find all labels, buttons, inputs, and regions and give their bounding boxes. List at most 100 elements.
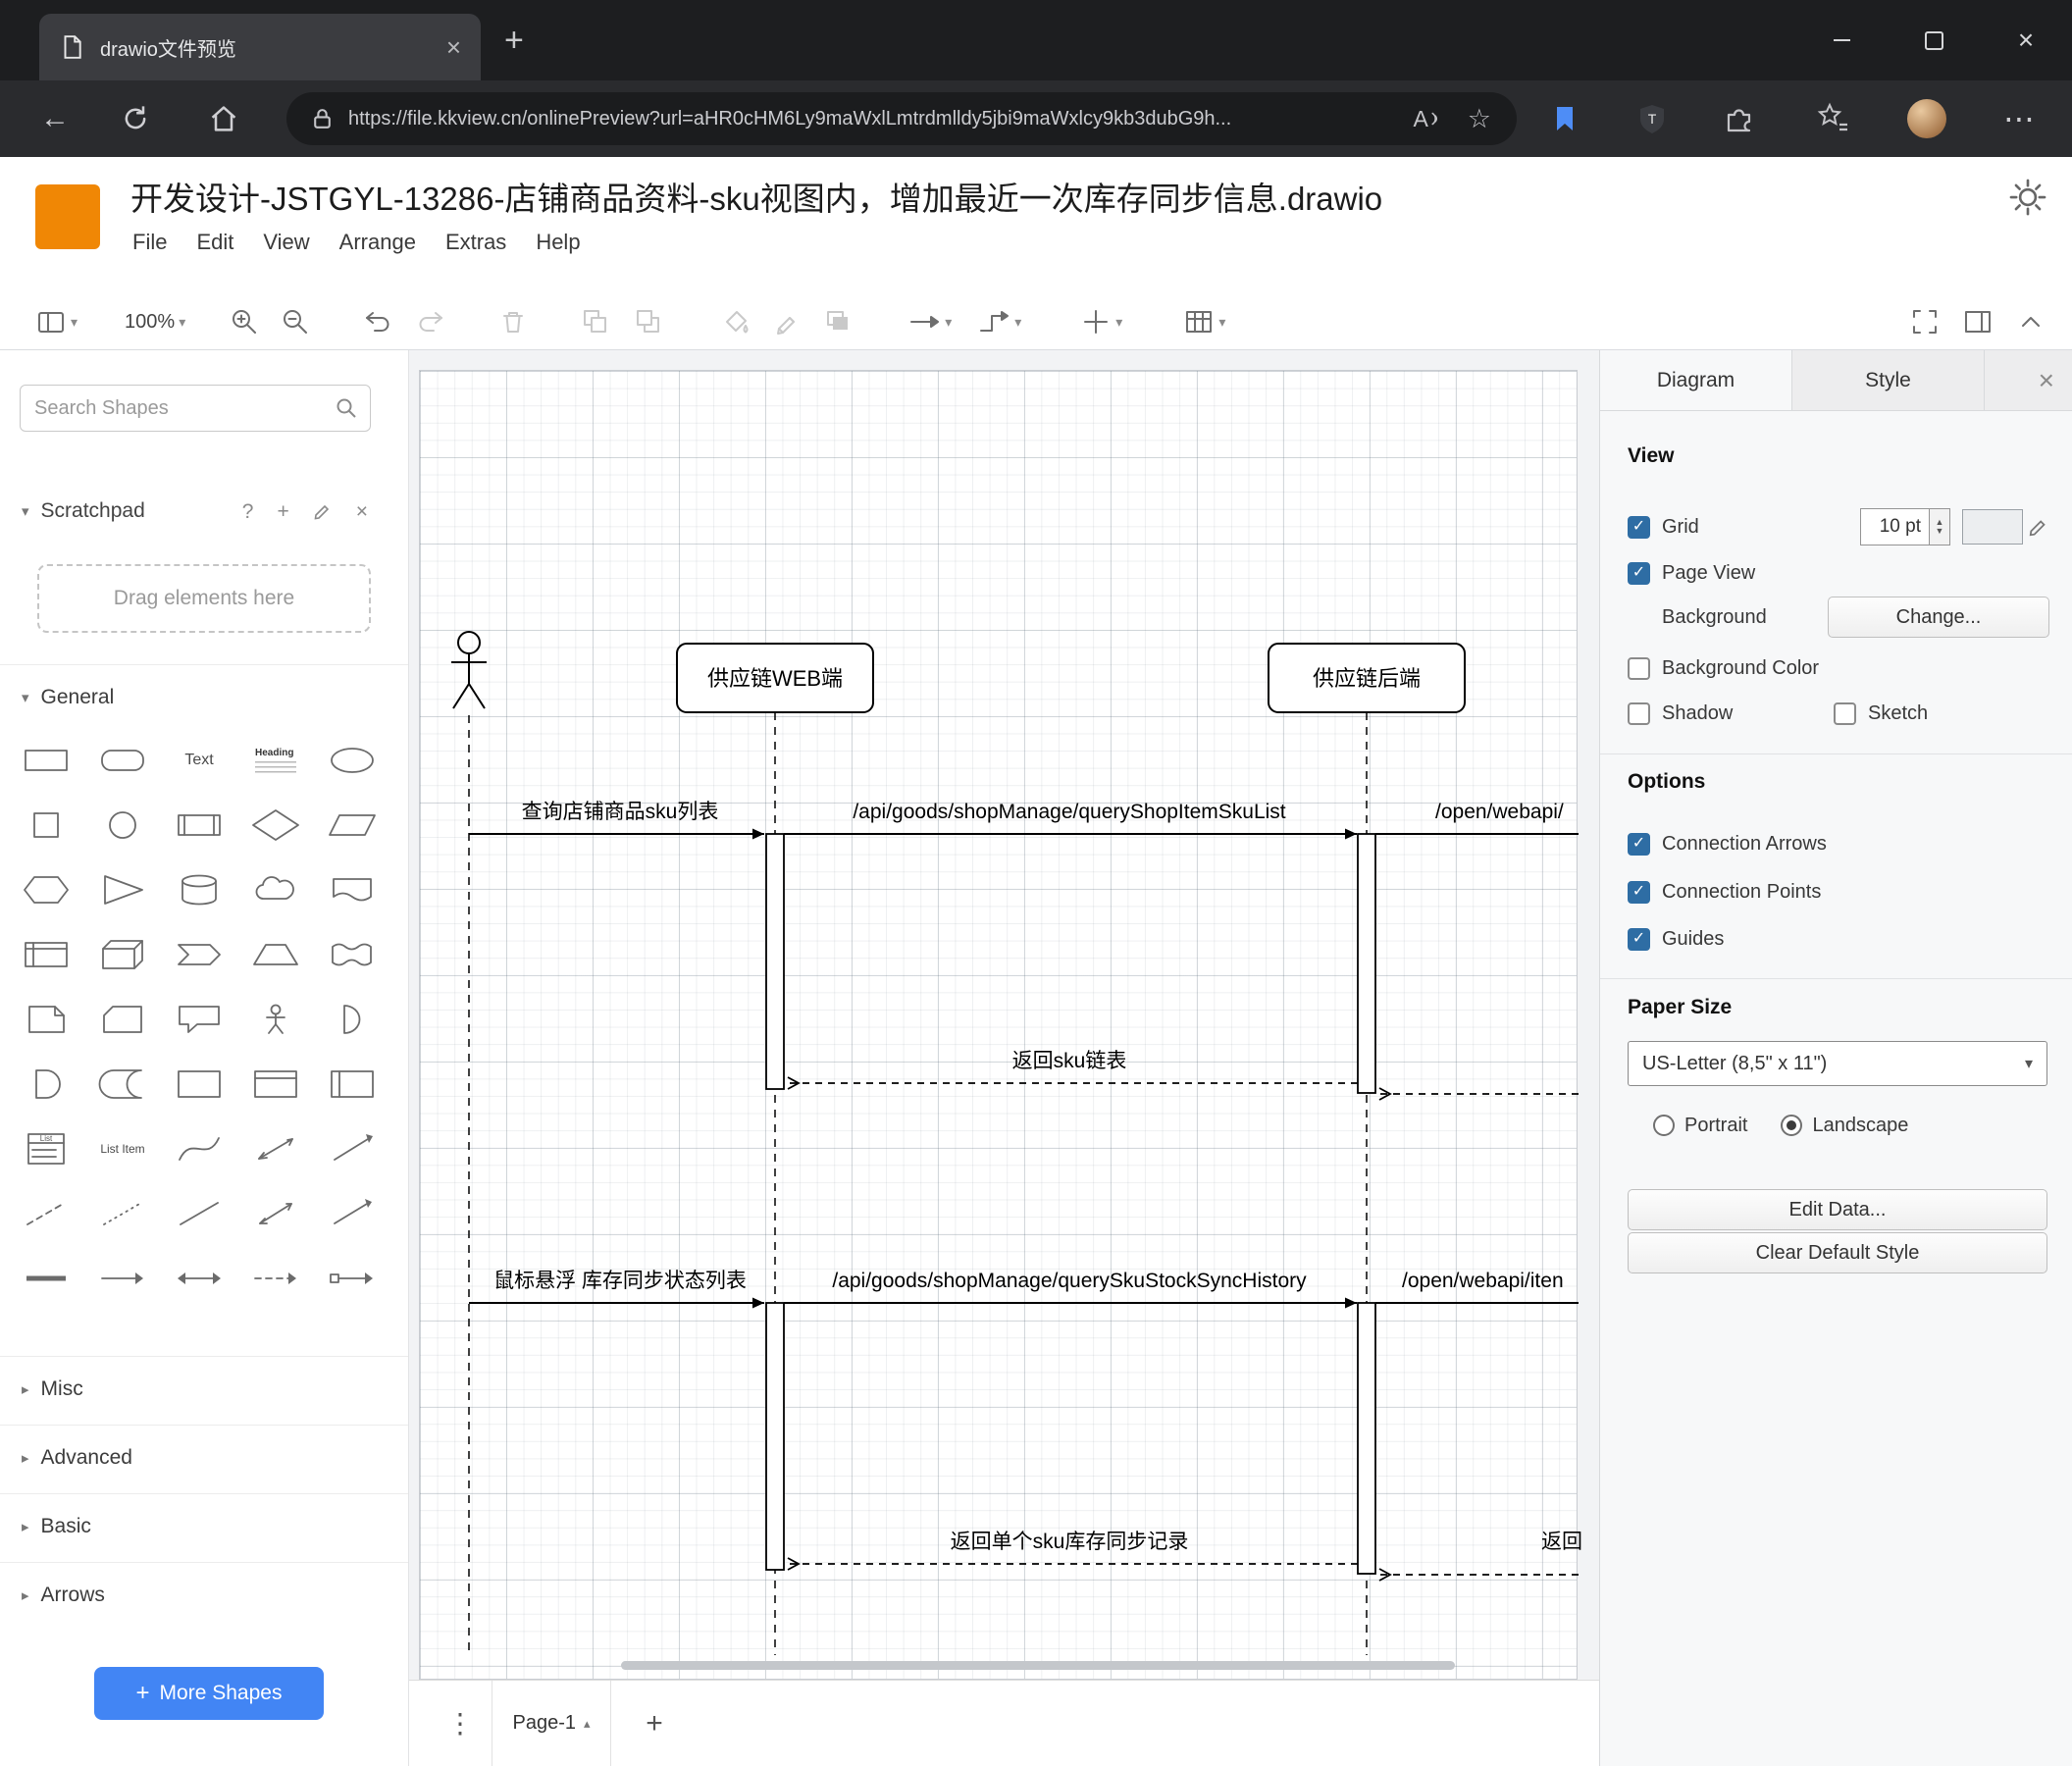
page-view-checkbox[interactable]: ✓ [1628,561,1650,585]
section-misc[interactable]: ▸ Misc [0,1356,408,1421]
shape-bidirectional-connector[interactable] [237,1181,314,1246]
shape-square[interactable] [8,793,84,857]
shape-parallelogram[interactable] [314,793,390,857]
shape-double-arrow[interactable] [161,1246,237,1311]
shape-ellipse[interactable] [314,728,390,793]
view-panels-button[interactable]: ▾ [35,306,78,338]
refresh-button[interactable] [120,103,151,134]
tab-close-button[interactable]: × [446,34,461,60]
scratchpad-dropzone[interactable]: Drag elements here [37,564,371,633]
insert-button[interactable]: ▾ [1080,306,1122,338]
shadow-checkbox[interactable] [1628,701,1650,725]
shape-line[interactable] [161,1181,237,1246]
horizontal-scrollbar[interactable] [621,1661,1455,1670]
label-api-query-shop-item-sku-list[interactable]: /api/goods/shopManage/queryShopItemSkuLi… [853,801,1285,823]
window-maximize-button[interactable] [1888,0,1980,80]
guides-checkbox[interactable]: ✓ [1628,927,1650,951]
shape-arrow[interactable] [314,1117,390,1181]
shape-document[interactable] [314,857,390,922]
scratchpad-add-icon[interactable]: + [277,501,288,522]
undo-button[interactable] [362,306,393,338]
menu-arrange[interactable]: Arrange [339,230,416,255]
scratchpad-edit-icon[interactable] [313,501,333,521]
activation-web-1[interactable] [765,833,785,1090]
scratchpad-header[interactable]: ▾ Scratchpad ? + × [0,488,408,535]
shape-rounded-rectangle[interactable] [84,728,161,793]
read-aloud-icon[interactable]: A [1413,106,1439,132]
zoom-select[interactable]: 100% ▾ [125,311,185,334]
shape-circle[interactable] [84,793,161,857]
shape-dotted-line[interactable] [84,1181,161,1246]
shape-textbox[interactable]: Heading [237,728,314,793]
to-front-button[interactable] [580,306,611,338]
shape-card[interactable] [84,987,161,1052]
scratchpad-help-icon[interactable]: ? [242,501,254,522]
connection-points-checkbox[interactable]: ✓ [1628,880,1650,904]
shadow-button[interactable] [821,306,853,338]
browser-essentials-icon[interactable] [1547,101,1582,136]
line-color-button[interactable] [770,306,802,338]
shape-callout[interactable] [161,987,237,1052]
shape-process[interactable] [161,793,237,857]
shape-directional-connector[interactable] [314,1181,390,1246]
change-background-button[interactable]: Change... [1828,597,2049,638]
window-close-button[interactable]: × [1980,0,2072,80]
shape-step[interactable] [161,922,237,987]
theme-toggle-icon[interactable] [2007,177,2048,218]
grid-color-edit-icon[interactable] [2028,516,2049,538]
section-basic[interactable]: ▸ Basic [0,1493,408,1558]
address-bar[interactable]: https://file.kkview.cn/onlinePreview?url… [286,92,1517,145]
new-tab-button[interactable]: + [504,0,524,80]
zoom-out-button[interactable] [280,306,311,338]
shape-list[interactable]: List [8,1117,84,1181]
browser-tab[interactable]: drawio文件预览 × [39,14,481,80]
shape-cube[interactable] [84,922,161,987]
search-icon[interactable] [335,396,358,420]
edit-data-button[interactable]: Edit Data... [1628,1189,2047,1230]
more-shapes-button[interactable]: + More Shapes [94,1667,324,1720]
format-panel-close-icon[interactable]: × [2039,365,2054,396]
add-favorite-icon[interactable]: ☆ [1468,104,1491,134]
grid-color-swatch[interactable] [1962,509,2023,545]
shape-tape[interactable] [314,922,390,987]
shape-rectangle[interactable] [8,728,84,793]
shape-note[interactable] [8,987,84,1052]
menu-extras[interactable]: Extras [445,230,506,255]
shape-triangle[interactable] [84,857,161,922]
browser-menu-button[interactable]: ⋯ [1992,80,2046,157]
fill-color-button[interactable] [719,306,751,338]
table-button[interactable]: ▾ [1183,306,1225,338]
tab-style[interactable]: Style [1792,350,1985,410]
favorites-hub-icon[interactable] [1816,101,1851,136]
label-hover-stock-sync[interactable]: 鼠标悬浮 库存同步状态列表 [493,1270,747,1292]
shape-list-item[interactable]: List Item [84,1117,161,1181]
home-button[interactable] [208,103,239,134]
fullscreen-button[interactable] [1909,306,1941,338]
shape-dashed-arrow[interactable] [237,1246,314,1311]
tab-diagram[interactable]: Diagram [1600,350,1792,410]
paper-size-select[interactable]: US-Letter (8,5" x 11") ▾ [1628,1041,2047,1086]
background-color-checkbox[interactable] [1628,656,1650,680]
shape-data-storage[interactable] [84,1052,161,1117]
zoom-in-button[interactable] [229,306,260,338]
activation-backend-1[interactable] [1357,833,1376,1094]
collapse-toolbar-button[interactable] [2015,306,2046,338]
shape-horizontal-container[interactable] [314,1052,390,1117]
format-panel-toggle-button[interactable] [1962,306,1994,338]
shape-or[interactable] [314,987,390,1052]
lifeline-web-label[interactable]: 供应链WEB端 [707,666,843,691]
grid-size-input[interactable] [1860,508,1929,545]
menu-file[interactable]: File [132,230,167,255]
shape-internal-storage[interactable] [8,922,84,987]
connection-button[interactable]: ▾ [907,306,952,338]
label-open-webapi-2[interactable]: /open/webapi/iten [1402,1270,1564,1292]
pages-menu-icon[interactable]: ⋮ [437,1681,484,1766]
activation-backend-2[interactable] [1357,1302,1376,1575]
redo-button[interactable] [415,306,446,338]
label-open-webapi-1[interactable]: /open/webapi/ [1435,801,1564,823]
activation-web-2[interactable] [765,1302,785,1571]
connection-arrows-checkbox[interactable]: ✓ [1628,832,1650,856]
shape-trapezoid[interactable] [237,922,314,987]
delete-button[interactable] [497,306,529,338]
shape-link[interactable] [8,1246,84,1311]
